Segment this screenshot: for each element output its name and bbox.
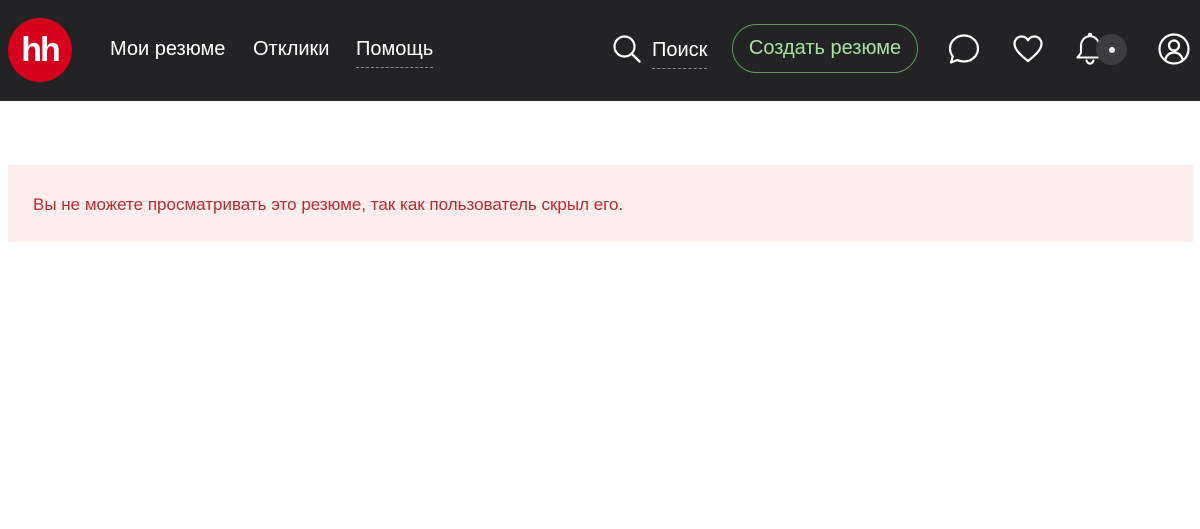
top-navbar: hh Мои резюме Отклики Помощь Поиск Созда… <box>0 0 1200 101</box>
create-resume-button[interactable]: Создать резюме <box>732 24 918 73</box>
heart-icon[interactable] <box>1011 32 1045 66</box>
chat-icon[interactable] <box>947 32 981 66</box>
search-label: Поиск <box>652 37 708 69</box>
nav-my-resumes[interactable]: Мои резюме <box>110 36 225 62</box>
nav-responses[interactable]: Отклики <box>253 36 329 62</box>
notification-dot-icon[interactable] <box>1096 34 1127 65</box>
dot-icon <box>1108 46 1115 53</box>
search-button[interactable]: Поиск <box>612 34 708 69</box>
nav-help[interactable]: Помощь <box>356 36 434 68</box>
hh-logo[interactable]: hh <box>8 18 72 82</box>
logo-text: hh <box>21 30 61 69</box>
create-resume-label: Создать резюме <box>748 37 902 59</box>
search-icon <box>612 34 642 64</box>
user-profile-icon[interactable] <box>1157 32 1191 66</box>
alert-message: Вы не можете просматривать это резюме, т… <box>33 195 624 214</box>
error-alert: Вы не можете просматривать это резюме, т… <box>8 165 1193 242</box>
